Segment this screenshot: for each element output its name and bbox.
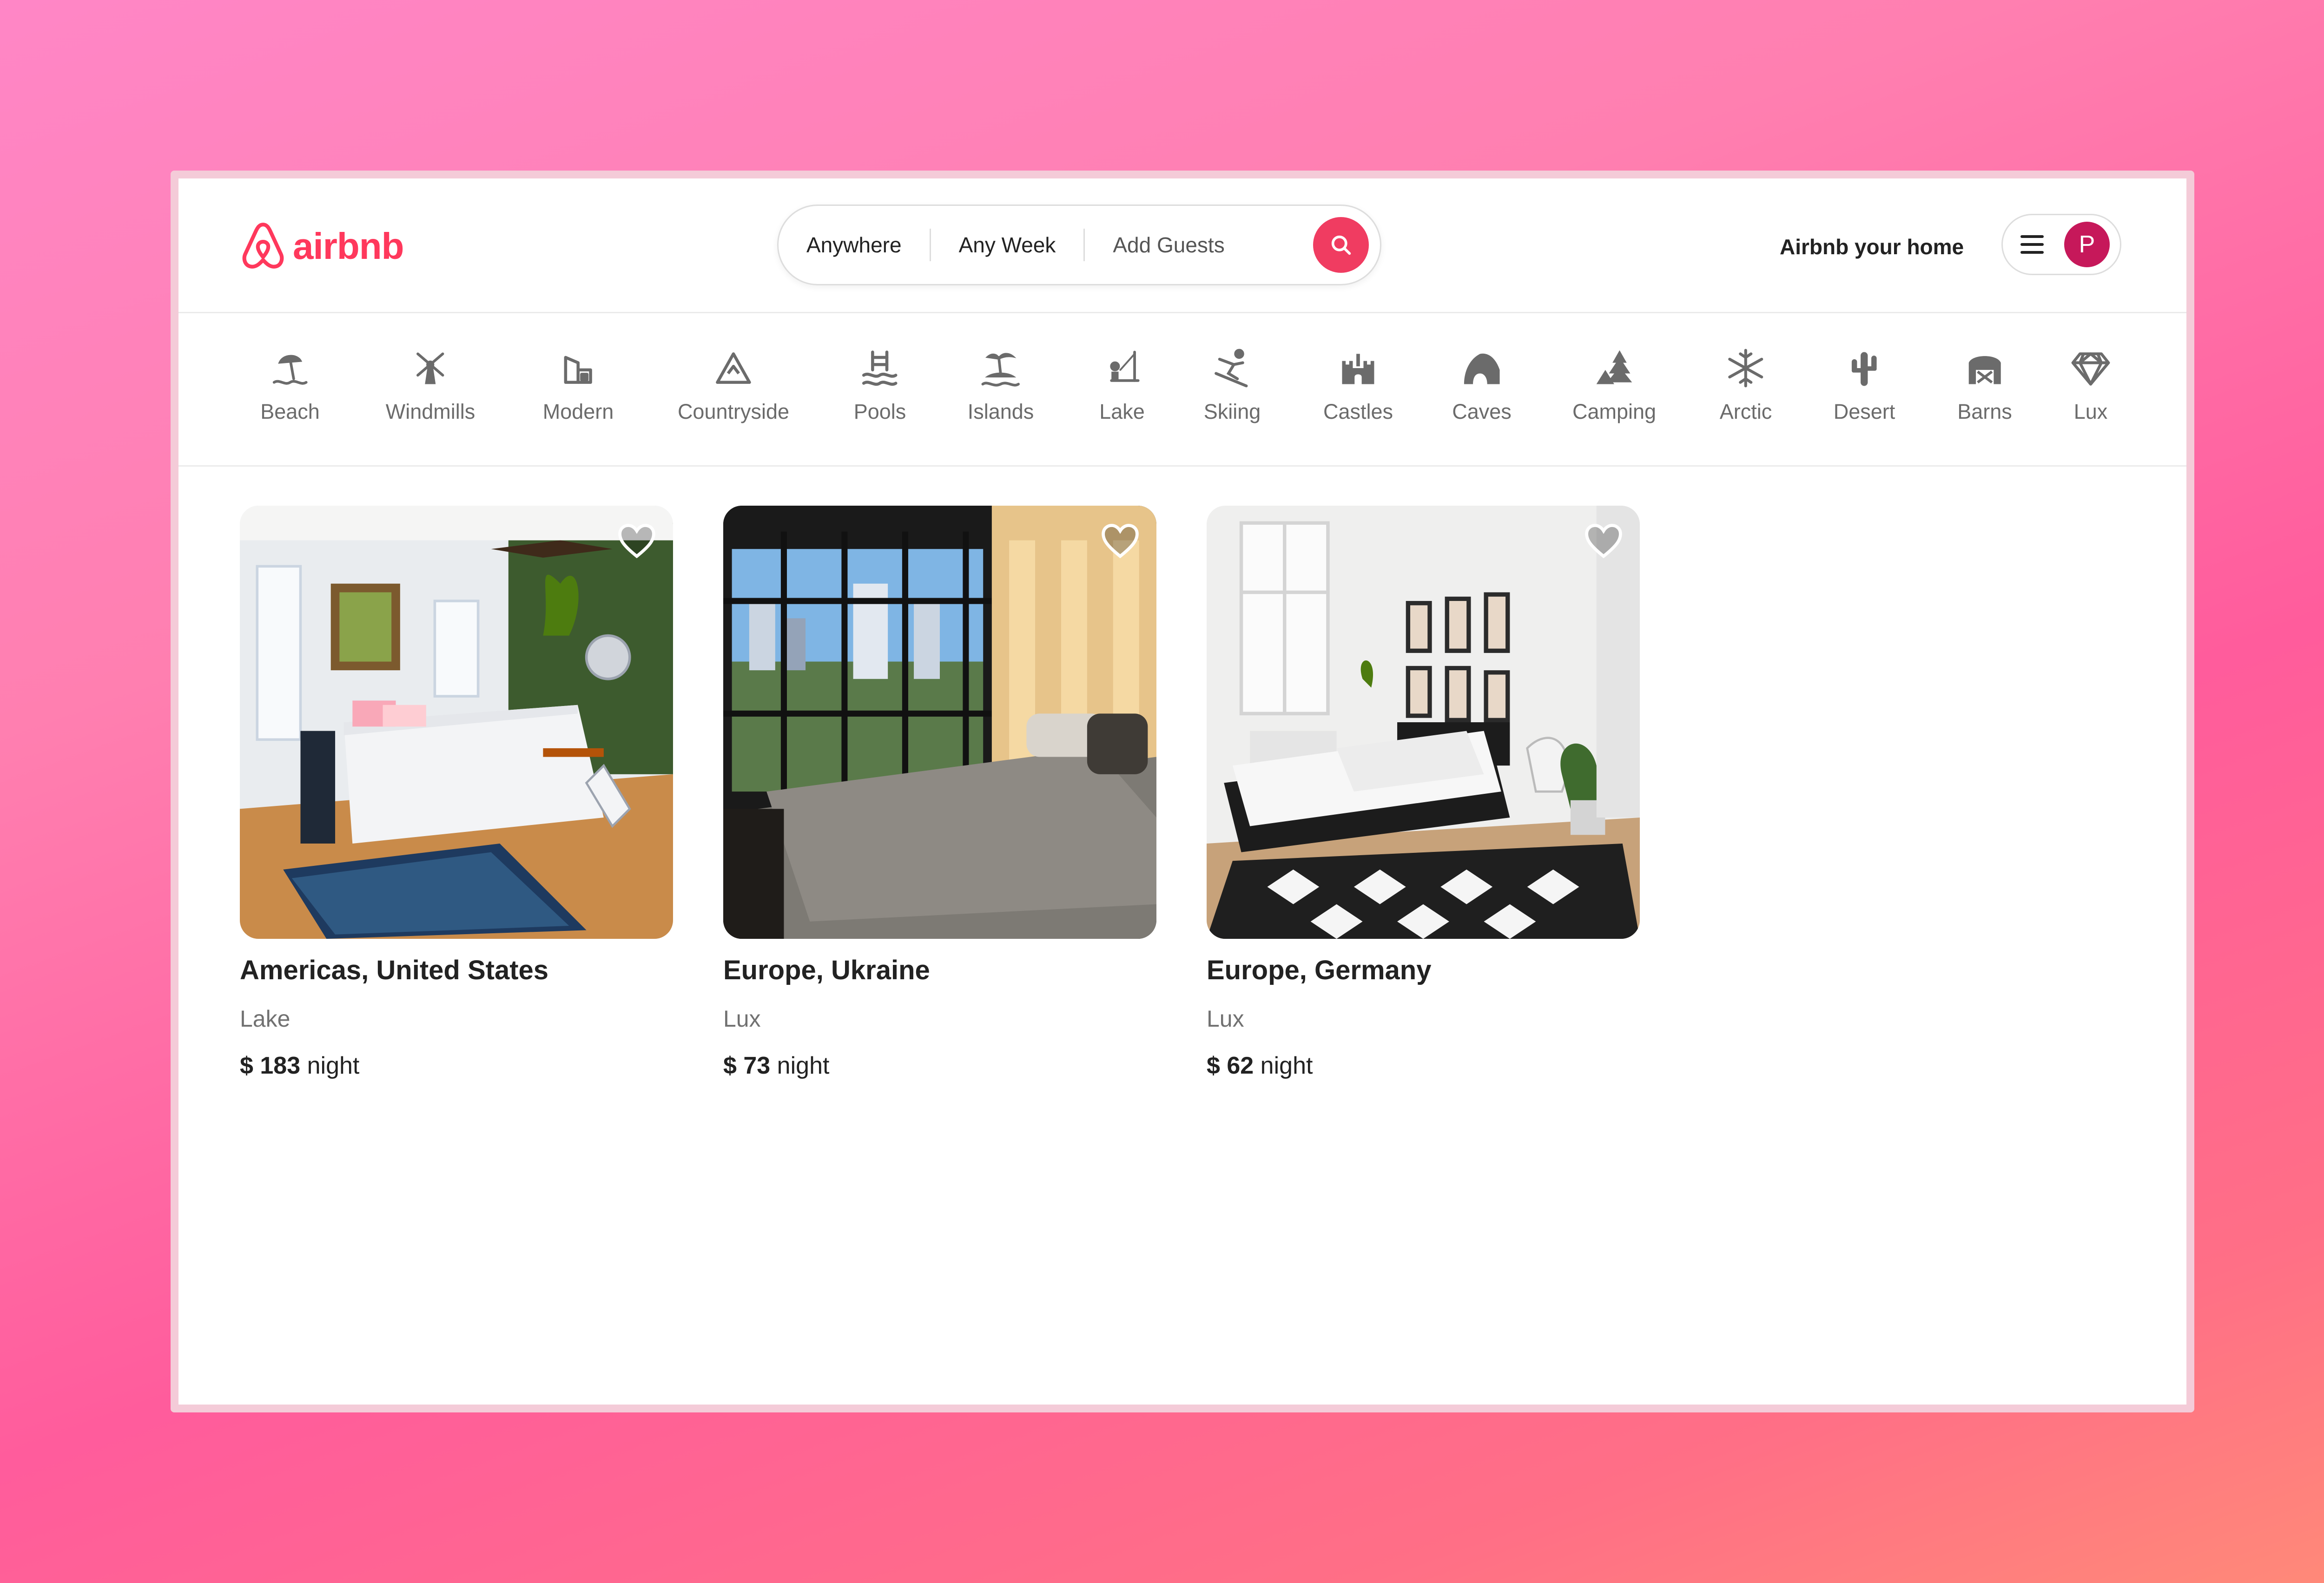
- listing-category: Lux: [1207, 1006, 1244, 1032]
- category-bar: Beach Windmills Modern Countryside Pools…: [178, 313, 2186, 467]
- pool-icon: [862, 350, 898, 386]
- category-countryside[interactable]: Countryside: [678, 347, 789, 424]
- category-label: Countryside: [677, 400, 790, 423]
- island-icon: [981, 353, 1020, 387]
- listing-title: Europe, Ukraine: [723, 955, 930, 985]
- airbnb-logo-icon: [242, 223, 284, 269]
- camping-icon: [1596, 350, 1632, 384]
- barn-icon: [1968, 356, 2001, 384]
- listing-title: Americas, United States: [240, 955, 549, 985]
- category-lux[interactable]: Lux: [2069, 347, 2112, 424]
- bedroom-photo: [240, 506, 673, 939]
- listing-photo[interactable]: [240, 506, 673, 939]
- listing-category: Lux: [723, 1006, 761, 1032]
- diamond-icon: [2071, 352, 2110, 386]
- category-label: Castles: [1323, 400, 1393, 423]
- browser-window: airbnb Anywhere Any Week Add Guests Airb…: [171, 171, 2194, 1412]
- countryside-icon: [716, 352, 751, 384]
- cactus-icon: [1852, 352, 1877, 386]
- listing-card[interactable]: Americas, United States Lake $ 183 night: [240, 506, 673, 1080]
- category-label: Caves: [1452, 400, 1512, 423]
- avatar: P: [2064, 222, 2110, 267]
- beach-icon: [272, 355, 308, 385]
- profile-menu-button[interactable]: P: [2001, 214, 2121, 275]
- search-button[interactable]: [1313, 217, 1369, 273]
- listing-price: $ 73 night: [723, 1052, 1156, 1080]
- category-beach[interactable]: Beach: [260, 347, 320, 424]
- category-castles[interactable]: Castles: [1323, 347, 1393, 424]
- snowflake-icon: [1728, 349, 1763, 388]
- listing-price-amount: $ 62: [1207, 1052, 1254, 1079]
- listing-price-unit: night: [1260, 1052, 1313, 1079]
- skiing-icon: [1215, 349, 1248, 388]
- category-caves[interactable]: Caves: [1452, 347, 1512, 424]
- category-label: Pools: [853, 400, 906, 423]
- airbnb-logo[interactable]: airbnb: [240, 221, 404, 271]
- airbnb-your-home-link[interactable]: Airbnb your home: [1780, 234, 1964, 259]
- category-label: Beach: [260, 400, 320, 423]
- category-label: Lake: [1099, 400, 1145, 423]
- category-label: Desert: [1833, 400, 1895, 423]
- listing-price-unit: night: [777, 1052, 830, 1079]
- category-label: Windmills: [385, 400, 475, 423]
- listing-price-amount: $ 183: [240, 1052, 301, 1079]
- top-header: airbnb Anywhere Any Week Add Guests Airb…: [178, 178, 2186, 313]
- listing-card[interactable]: Europe, Germany Lux $ 62 night: [1207, 506, 1640, 1080]
- search-guests[interactable]: Add Guests: [1085, 232, 1252, 257]
- listing-photo[interactable]: [1207, 506, 1640, 939]
- category-pools[interactable]: Pools: [854, 347, 906, 424]
- search-when[interactable]: Any Week: [931, 232, 1084, 257]
- category-windmills[interactable]: Windmills: [386, 347, 475, 424]
- category-label: Camping: [1572, 400, 1657, 423]
- favorite-heart-icon[interactable]: [1584, 522, 1623, 559]
- listing-card[interactable]: Europe, Ukraine Lux $ 73 night: [723, 506, 1156, 1080]
- favorite-heart-icon[interactable]: [1101, 522, 1140, 559]
- windmill-icon: [416, 352, 444, 384]
- bedroom-photo: [723, 506, 1156, 939]
- listing-title: Europe, Germany: [1207, 955, 1432, 985]
- listing-price-unit: night: [307, 1052, 360, 1079]
- modern-icon: [564, 356, 593, 384]
- category-modern[interactable]: Modern: [543, 347, 614, 424]
- category-camping[interactable]: Camping: [1572, 347, 1656, 424]
- search-bar[interactable]: Anywhere Any Week Add Guests: [777, 204, 1381, 285]
- category-label: Islands: [967, 400, 1034, 423]
- category-lake[interactable]: Lake: [1099, 347, 1145, 424]
- category-desert[interactable]: Desert: [1834, 347, 1895, 424]
- search-icon: [1331, 235, 1351, 255]
- category-label: Modern: [542, 400, 614, 423]
- listing-price: $ 62 night: [1207, 1052, 1640, 1080]
- cave-icon: [1464, 353, 1500, 384]
- listing-price: $ 183 night: [240, 1052, 673, 1080]
- listing-category: Lake: [240, 1006, 290, 1032]
- favorite-heart-icon[interactable]: [617, 522, 656, 559]
- category-label: Skiing: [1203, 400, 1261, 423]
- category-label: Arctic: [1719, 400, 1772, 423]
- category-barns[interactable]: Barns: [1957, 347, 2012, 424]
- category-skiing[interactable]: Skiing: [1204, 347, 1261, 424]
- bedroom-photo: [1207, 506, 1640, 939]
- category-islands[interactable]: Islands: [968, 347, 1034, 424]
- listing-price-amount: $ 73: [723, 1052, 771, 1079]
- lake-icon: [1110, 350, 1140, 382]
- category-arctic[interactable]: Arctic: [1720, 347, 1772, 424]
- hamburger-icon: [2020, 235, 2044, 254]
- brand-name: airbnb: [293, 225, 404, 267]
- castle-icon: [1342, 354, 1374, 384]
- category-label: Barns: [1957, 400, 2012, 423]
- search-where[interactable]: Anywhere: [779, 232, 930, 257]
- category-label: Lux: [2073, 400, 2108, 423]
- listing-photo[interactable]: [723, 506, 1156, 939]
